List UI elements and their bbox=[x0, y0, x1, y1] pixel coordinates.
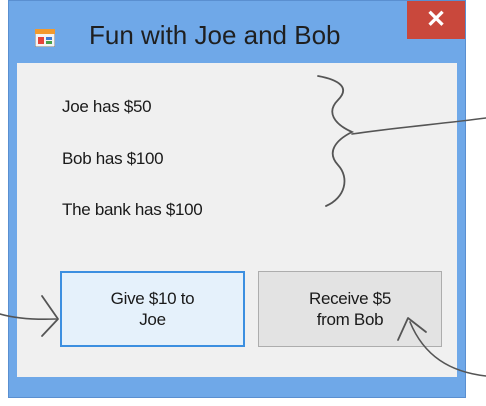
window-title: Fun with Joe and Bob bbox=[89, 20, 341, 50]
close-icon: ✕ bbox=[425, 6, 447, 33]
app-window-icon bbox=[34, 28, 56, 48]
receive-bob-button[interactable]: Receive $5 from Bob bbox=[258, 271, 442, 347]
receive-bob-button-line2: from Bob bbox=[316, 310, 384, 329]
receive-bob-button-line1: Receive $5 bbox=[308, 289, 392, 308]
give-joe-button-line1: Give $10 to bbox=[110, 289, 195, 308]
bob-cash-label: Bob has $100 bbox=[62, 149, 164, 168]
stage: Fun with Joe and Bob ✕ Joe has $50 Bob h… bbox=[0, 0, 486, 406]
close-button[interactable]: ✕ bbox=[407, 1, 465, 39]
form-client-area: Joe has $50 Bob has $100 The bank has $1… bbox=[17, 63, 457, 377]
give-joe-button-line2: Joe bbox=[139, 310, 166, 329]
app-window: Fun with Joe and Bob ✕ Joe has $50 Bob h… bbox=[8, 0, 466, 398]
give-joe-button[interactable]: Give $10 to Joe bbox=[60, 271, 245, 347]
bank-cash-label: The bank has $100 bbox=[62, 200, 203, 219]
title-bar[interactable]: Fun with Joe and Bob ✕ bbox=[9, 1, 465, 63]
joe-cash-label: Joe has $50 bbox=[62, 97, 152, 116]
